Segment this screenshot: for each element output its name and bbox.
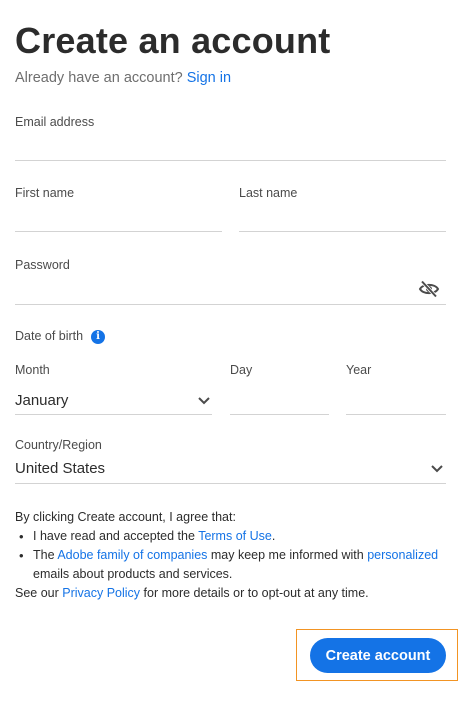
terms-item-2-mid: may keep me informed with — [207, 548, 368, 562]
terms-of-use-link[interactable]: Terms of Use — [198, 529, 272, 543]
last-name-underline — [239, 231, 446, 232]
first-name-label: First name — [15, 186, 75, 200]
first-name-underline — [15, 231, 222, 232]
country-underline — [15, 483, 446, 484]
terms-item-2-end: emails about products and services. — [33, 567, 233, 581]
year-underline — [346, 414, 446, 415]
day-label: Day — [230, 363, 253, 377]
month-chevron-down-icon[interactable] — [197, 396, 211, 406]
terms-list: I have read and accepted the Terms of Us… — [15, 527, 455, 584]
adobe-family-link[interactable]: Adobe family of companies — [57, 548, 207, 562]
password-label: Password — [15, 258, 70, 272]
terms-item-2: The Adobe family of companies may keep m… — [15, 546, 455, 584]
email-label: Email address — [15, 115, 95, 129]
email-field-underline — [15, 160, 446, 161]
signin-link[interactable]: Sign in — [187, 70, 231, 86]
eye-slash-icon[interactable] — [418, 279, 440, 299]
password-underline — [15, 304, 446, 305]
month-select[interactable]: January — [15, 392, 68, 409]
month-label: Month — [15, 363, 50, 377]
last-name-label: Last name — [239, 186, 298, 200]
country-label: Country/Region — [15, 438, 102, 452]
signin-row: Already have an account? Sign in — [15, 70, 231, 86]
terms-intro: By clicking Create account, I agree that… — [15, 510, 236, 524]
info-icon[interactable]: i — [91, 330, 105, 344]
day-underline — [230, 414, 329, 415]
terms-item-1-text: I have read and accepted the — [33, 529, 199, 543]
country-chevron-down-icon[interactable] — [430, 464, 444, 474]
month-underline — [15, 414, 212, 415]
page-title: Create an account — [15, 20, 331, 61]
terms-item-1: I have read and accepted the Terms of Us… — [15, 527, 455, 546]
terms-block: By clicking Create account, I agree that… — [15, 508, 455, 603]
privacy-policy-link[interactable]: Privacy Policy — [62, 586, 140, 600]
dob-label: Date of birth — [15, 329, 84, 343]
privacy-line: See our Privacy Policy for more details … — [15, 584, 455, 603]
create-account-button[interactable]: Create account — [310, 638, 446, 673]
personalized-link[interactable]: personalized — [367, 548, 438, 562]
terms-item-2-text: The — [33, 548, 58, 562]
country-select[interactable]: United States — [15, 460, 105, 477]
year-label: Year — [346, 363, 372, 377]
terms-item-1-end: . — [271, 529, 276, 543]
signin-prompt: Already have an account? — [15, 70, 183, 86]
privacy-text: See our — [15, 586, 63, 600]
privacy-text-end: for more details or to opt-out at any ti… — [140, 586, 369, 600]
